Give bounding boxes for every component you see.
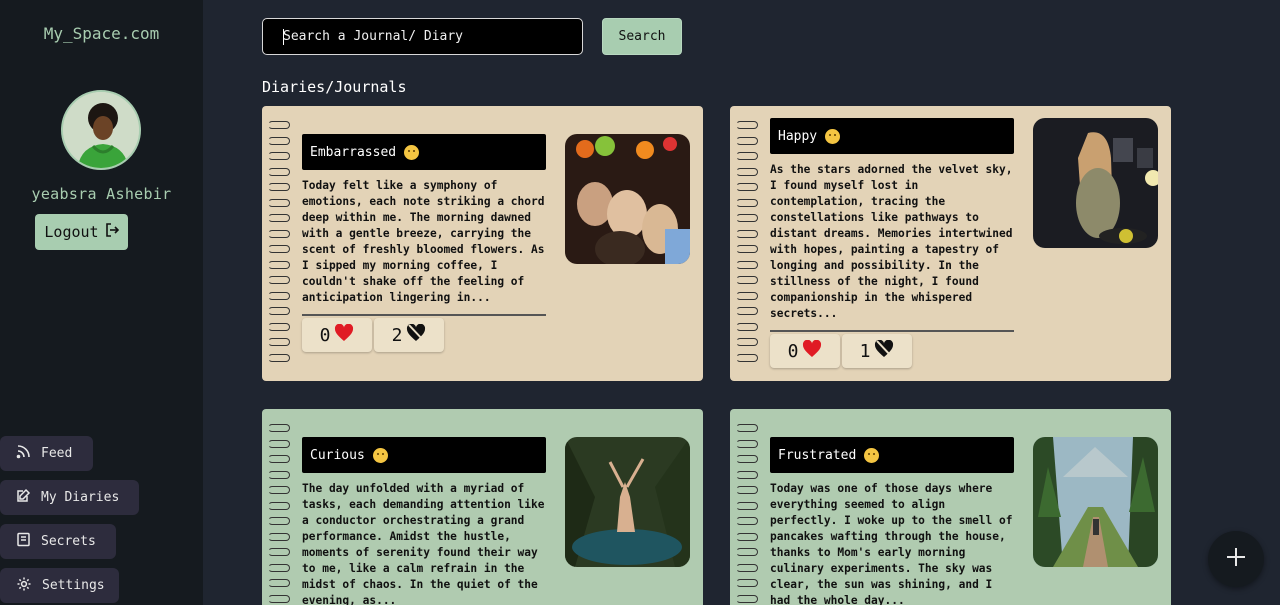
- entry-photo: [565, 134, 690, 264]
- nav-secrets[interactable]: Secrets: [0, 524, 116, 559]
- entry-photo: [565, 437, 690, 567]
- like-button[interactable]: 0: [302, 318, 372, 352]
- mood-label: Frustrated: [770, 437, 1014, 473]
- mood-label: Curious: [302, 437, 546, 473]
- dislike-button[interactable]: 2: [374, 318, 444, 352]
- broken-heart-icon: [874, 339, 894, 363]
- heart-icon: [802, 339, 822, 363]
- nav-feed-label: Feed: [41, 446, 73, 461]
- brand-logo[interactable]: My_Space.com: [0, 24, 203, 43]
- rss-icon: [16, 444, 31, 463]
- entry-text: Today felt like a symphony of emotions, …: [302, 179, 545, 304]
- heart-icon: [334, 323, 354, 347]
- mood-label: Happy: [770, 118, 1014, 154]
- divider: [770, 330, 1014, 332]
- spiral-binding: [736, 118, 758, 366]
- spiral-binding: [268, 118, 290, 366]
- like-count: 0: [787, 340, 799, 362]
- search-button[interactable]: Search: [602, 18, 682, 55]
- diary-card[interactable]: Frustrated Today was one of those days w…: [730, 409, 1171, 605]
- avatar[interactable]: [61, 90, 141, 170]
- like-count: 0: [319, 324, 331, 346]
- username: yeabsra Ashebir: [31, 185, 172, 203]
- divider: [302, 314, 546, 316]
- nav-feed[interactable]: Feed: [0, 436, 93, 471]
- diary-card[interactable]: Embarrassed Today felt like a symphony o…: [262, 106, 703, 381]
- logout-label: Logout: [44, 223, 99, 241]
- embarrassed-emoji-icon: [404, 144, 420, 160]
- nav-secrets-label: Secrets: [41, 534, 96, 549]
- frustrated-emoji-icon: [864, 447, 880, 463]
- entry-photo: [1033, 437, 1158, 567]
- entry-text: The day unfolded with a myriad of tasks,…: [302, 482, 545, 605]
- entry-text: Today was one of those days where everyt…: [770, 482, 1013, 605]
- diary-card[interactable]: Happy As the stars adorned the velvet sk…: [730, 106, 1171, 381]
- notebook-icon: [16, 532, 31, 551]
- broken-heart-icon: [406, 323, 426, 347]
- diary-card[interactable]: Curious The day unfolded with a myriad o…: [262, 409, 703, 605]
- mood-text: Embarrassed: [310, 144, 397, 160]
- curious-emoji-icon: [372, 447, 388, 463]
- nav-settings[interactable]: Settings: [0, 568, 119, 603]
- plus-icon: [1225, 546, 1247, 572]
- dislike-count: 1: [859, 340, 871, 362]
- dislike-count: 2: [391, 324, 403, 346]
- nav-my-diaries-label: My Diaries: [41, 490, 120, 505]
- section-title: Diaries/Journals: [262, 78, 407, 96]
- sidebar: My_Space.com yeabsra Ashebir Logout Feed: [0, 0, 203, 605]
- logout-icon: [105, 223, 119, 241]
- mood-text: Happy: [778, 128, 818, 144]
- gear-icon: [16, 576, 32, 596]
- like-button[interactable]: 0: [770, 334, 840, 368]
- nav-my-diaries[interactable]: My Diaries: [0, 480, 139, 515]
- mood-label: Embarrassed: [302, 134, 546, 170]
- entry-photo: [1033, 118, 1158, 248]
- happy-emoji-icon: [825, 128, 841, 144]
- dislike-button[interactable]: 1: [842, 334, 912, 368]
- mood-text: Frustrated: [778, 447, 857, 463]
- search-input[interactable]: [262, 18, 583, 55]
- mood-text: Curious: [310, 447, 365, 463]
- edit-notebook-icon: [16, 488, 31, 507]
- add-entry-button[interactable]: [1208, 531, 1264, 587]
- logout-button[interactable]: Logout: [35, 214, 128, 250]
- spiral-binding: [268, 421, 290, 605]
- entry-text: As the stars adorned the velvet sky, I f…: [770, 163, 1013, 320]
- nav-settings-label: Settings: [42, 578, 105, 593]
- spiral-binding: [736, 421, 758, 605]
- text-caret: [283, 29, 284, 45]
